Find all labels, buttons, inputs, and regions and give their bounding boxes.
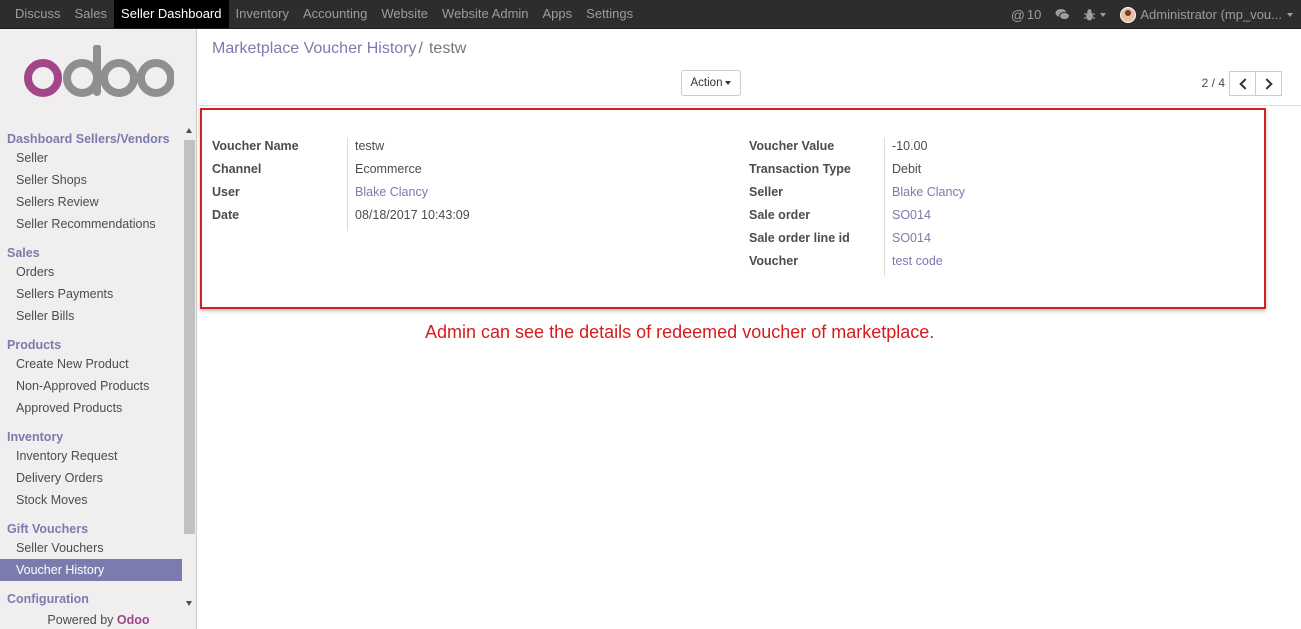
sidebar-item-voucher-history[interactable]: Voucher History xyxy=(0,559,182,581)
sidebar-section-products[interactable]: Products xyxy=(0,337,182,353)
menu-website-admin[interactable]: Website Admin xyxy=(435,0,535,28)
sidebar-menu: Dashboard Sellers/Vendors Seller Seller … xyxy=(0,122,182,614)
annotation-text: Admin can see the details of redeemed vo… xyxy=(425,322,935,342)
powered-by-label: Powered by xyxy=(47,613,114,627)
menu-seller-dashboard[interactable]: Seller Dashboard xyxy=(114,0,229,28)
sidebar-item-approved-products[interactable]: Approved Products xyxy=(0,397,182,419)
action-button-label: Action xyxy=(690,77,723,89)
menu-apps[interactable]: Apps xyxy=(536,0,580,28)
sidebar-section-configuration[interactable]: Configuration xyxy=(0,591,182,607)
sidebar-item-stock-moves[interactable]: Stock Moves xyxy=(0,489,182,511)
powered-by: Powered by Odoo xyxy=(0,613,197,627)
sidebar-item-seller-shops[interactable]: Seller Shops xyxy=(0,169,182,191)
menu-inventory[interactable]: Inventory xyxy=(229,0,296,28)
user-name: Administrator (mp_vou... xyxy=(1140,7,1282,22)
at-icon: @ xyxy=(1010,6,1025,23)
sidebar-item-sellers-payments[interactable]: Sellers Payments xyxy=(0,283,182,305)
odoo-logo xyxy=(24,45,174,97)
sidebar-section-sales[interactable]: Sales xyxy=(0,245,182,261)
sidebar-item-non-approved-products[interactable]: Non-Approved Products xyxy=(0,375,182,397)
avatar xyxy=(1120,6,1137,23)
chevron-down-icon xyxy=(725,80,732,85)
scroll-down-icon[interactable] xyxy=(186,601,192,606)
menu-sales[interactable]: Sales xyxy=(68,0,115,28)
menu-discuss[interactable]: Discuss xyxy=(8,0,68,28)
sidebar: Dashboard Sellers/Vendors Seller Seller … xyxy=(0,29,197,629)
sidebar-item-orders[interactable]: Orders xyxy=(0,261,182,283)
menu-accounting[interactable]: Accounting xyxy=(296,0,374,28)
systray: @ 10 Administrator (mp_vou... xyxy=(997,0,1293,29)
sidebar-scrollbar[interactable] xyxy=(183,126,196,611)
scroll-thumb[interactable] xyxy=(184,140,195,534)
debug-button[interactable] xyxy=(1084,8,1107,21)
chevron-left-icon xyxy=(1239,77,1251,90)
scroll-up-icon[interactable] xyxy=(186,128,192,133)
app-menu: Discuss Sales Seller Dashboard Inventory… xyxy=(8,0,640,29)
highlight-box xyxy=(200,108,1266,309)
sidebar-item-sellers-review[interactable]: Sellers Review xyxy=(0,191,182,213)
powered-by-brand[interactable]: Odoo xyxy=(117,613,150,627)
breadcrumb: Marketplace Voucher History / testw xyxy=(212,40,466,58)
action-button[interactable]: Action xyxy=(681,70,741,96)
pager-value[interactable]: 2 / 4 xyxy=(1202,76,1225,90)
sidebar-item-create-new-product[interactable]: Create New Product xyxy=(0,353,182,375)
user-menu[interactable]: Administrator (mp_vou... xyxy=(1120,6,1293,23)
pager: 2 / 4 xyxy=(1202,70,1282,96)
sidebar-item-seller-vouchers[interactable]: Seller Vouchers xyxy=(0,537,182,559)
menu-website[interactable]: Website xyxy=(374,0,435,28)
chevron-down-icon xyxy=(1287,12,1293,17)
sidebar-item-seller-bills[interactable]: Seller Bills xyxy=(0,305,182,327)
chevron-down-icon xyxy=(1100,12,1107,17)
chevron-right-icon xyxy=(1261,77,1273,90)
sidebar-item-seller[interactable]: Seller xyxy=(0,147,182,169)
breadcrumb-current: testw xyxy=(428,40,467,57)
chat-button[interactable] xyxy=(1055,8,1071,21)
sidebar-item-inventory-request[interactable]: Inventory Request xyxy=(0,445,182,467)
pager-next-button[interactable] xyxy=(1255,70,1282,96)
sidebar-item-seller-recommendations[interactable]: Seller Recommendations xyxy=(0,213,182,235)
breadcrumb-parent[interactable]: Marketplace Voucher History xyxy=(212,40,417,57)
sidebar-section-dashboard[interactable]: Dashboard Sellers/Vendors xyxy=(0,131,182,147)
chat-icon xyxy=(1055,9,1071,21)
mentions-count: 10 xyxy=(1026,7,1042,22)
menu-settings[interactable]: Settings xyxy=(579,0,640,28)
mentions-button[interactable]: @ 10 xyxy=(1011,7,1042,23)
sidebar-item-delivery-orders[interactable]: Delivery Orders xyxy=(0,467,182,489)
pager-previous-button[interactable] xyxy=(1229,70,1256,96)
top-navbar: Discuss Sales Seller Dashboard Inventory… xyxy=(0,0,1301,29)
breadcrumb-separator: / xyxy=(418,40,423,57)
sidebar-section-inventory[interactable]: Inventory xyxy=(0,429,182,445)
sidebar-section-gift-vouchers[interactable]: Gift Vouchers xyxy=(0,521,182,537)
bug-icon xyxy=(1084,8,1096,20)
